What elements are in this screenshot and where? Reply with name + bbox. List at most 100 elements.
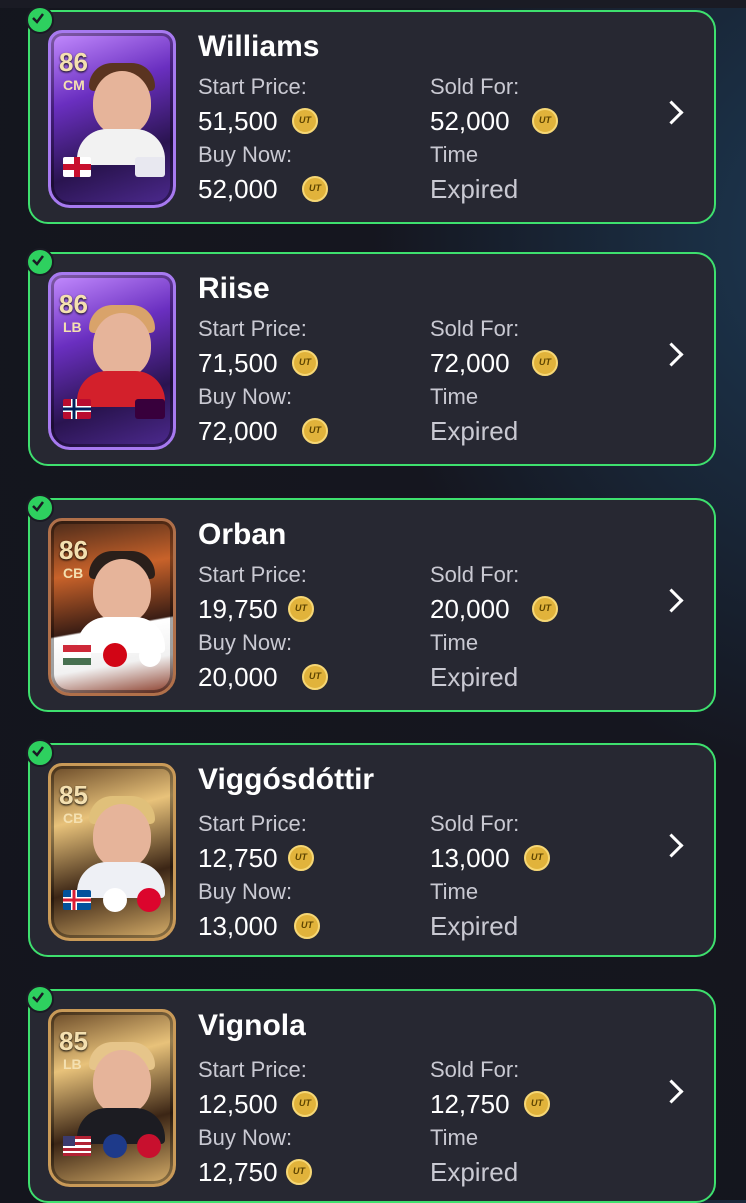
time-label: Time bbox=[430, 142, 479, 167]
league-badge-icon bbox=[103, 888, 127, 912]
ut-coin-icon bbox=[292, 350, 318, 376]
player-face bbox=[93, 313, 151, 377]
league-badge-icon bbox=[103, 1134, 127, 1158]
buy-now-value: 20,000 bbox=[198, 662, 278, 692]
time-label: Time bbox=[430, 1125, 479, 1150]
player-name: Vignola bbox=[198, 1009, 306, 1042]
chevron-right-icon[interactable] bbox=[659, 833, 684, 858]
player-card-image: 86 CB bbox=[48, 518, 176, 696]
ut-coin-icon bbox=[532, 350, 558, 376]
player-rating: 85 bbox=[59, 1026, 88, 1056]
sold-for-label: Sold For: bbox=[430, 811, 520, 836]
start-price-value: 12,500 bbox=[198, 1089, 278, 1119]
usa-flag-icon bbox=[63, 1136, 91, 1156]
player-card-image: 85 CB bbox=[48, 763, 176, 941]
start-price-label: Start Price: bbox=[198, 316, 307, 341]
transfer-item[interactable]: 85 LB Vignola Start Price: 12,500 Buy No… bbox=[26, 985, 716, 1203]
player-name: Riise bbox=[198, 272, 270, 305]
player-position: CB bbox=[63, 565, 84, 581]
ut-coin-icon bbox=[294, 913, 320, 939]
league-logo-icon bbox=[135, 157, 165, 177]
buy-now-label: Buy Now: bbox=[198, 1125, 293, 1150]
ut-coin-icon bbox=[532, 596, 558, 622]
start-price-value: 12,750 bbox=[198, 843, 278, 873]
buy-now-value: 13,000 bbox=[198, 911, 278, 941]
player-position: LB bbox=[63, 319, 82, 335]
player-position: CB bbox=[63, 810, 84, 826]
player-rating: 86 bbox=[59, 289, 88, 319]
buy-now-label: Buy Now: bbox=[198, 142, 293, 167]
sold-for-value: 13,000 bbox=[430, 843, 510, 873]
player-rating: 86 bbox=[59, 47, 88, 77]
sold-for-label: Sold For: bbox=[430, 562, 520, 587]
player-rating: 86 bbox=[59, 535, 88, 565]
start-price-label: Start Price: bbox=[198, 562, 307, 587]
sold-for-value: 12,750 bbox=[430, 1089, 510, 1119]
ut-coin-icon bbox=[302, 176, 328, 202]
sold-for-value: 72,000 bbox=[430, 348, 510, 378]
club-badge-icon bbox=[137, 1134, 161, 1158]
player-name: Orban bbox=[198, 518, 287, 551]
time-value: Expired bbox=[430, 911, 519, 941]
club-badge-icon bbox=[139, 645, 161, 667]
player-face bbox=[93, 71, 151, 135]
sold-for-value: 20,000 bbox=[430, 594, 510, 624]
transfer-item[interactable]: 86 CM Williams Start Price: 51,500 Buy N… bbox=[26, 6, 716, 224]
transfer-item[interactable]: 86 CB Orban Start Price: 19,750 Buy Now:… bbox=[26, 494, 716, 712]
league-logo-icon bbox=[135, 399, 165, 419]
player-card-image: 86 CM bbox=[48, 30, 176, 208]
buy-now-value: 72,000 bbox=[198, 416, 278, 446]
check-circle-icon bbox=[26, 6, 54, 34]
ut-coin-icon bbox=[286, 1159, 312, 1185]
player-face bbox=[93, 1050, 151, 1114]
time-label: Time bbox=[430, 879, 479, 904]
start-price-value: 71,500 bbox=[198, 348, 278, 378]
buy-now-value: 12,750 bbox=[198, 1157, 278, 1187]
club-badge-icon bbox=[137, 888, 161, 912]
player-card-image: 85 LB bbox=[48, 1009, 176, 1187]
ut-coin-icon bbox=[302, 664, 328, 690]
buy-now-label: Buy Now: bbox=[198, 879, 293, 904]
chevron-right-icon[interactable] bbox=[659, 342, 684, 367]
time-value: Expired bbox=[430, 662, 519, 692]
check-circle-icon bbox=[26, 739, 54, 767]
ut-coin-icon bbox=[292, 1091, 318, 1117]
sold-for-label: Sold For: bbox=[430, 316, 520, 341]
iceland-flag-icon bbox=[63, 890, 91, 910]
transfer-list: 86 CM Williams Start Price: 51,500 Buy N… bbox=[0, 0, 746, 1203]
buy-now-label: Buy Now: bbox=[198, 384, 293, 409]
ut-coin-icon bbox=[288, 845, 314, 871]
chevron-right-icon[interactable] bbox=[659, 1079, 684, 1104]
chevron-right-icon[interactable] bbox=[659, 588, 684, 613]
buy-now-value: 52,000 bbox=[198, 174, 278, 204]
time-label: Time bbox=[430, 384, 479, 409]
check-circle-icon bbox=[26, 494, 54, 522]
player-position: CM bbox=[63, 77, 85, 93]
buy-now-label: Buy Now: bbox=[198, 630, 293, 655]
start-price-label: Start Price: bbox=[198, 811, 307, 836]
sold-for-label: Sold For: bbox=[430, 74, 520, 99]
league-badge-icon bbox=[103, 643, 127, 667]
player-name: Williams bbox=[198, 30, 320, 63]
start-price-label: Start Price: bbox=[198, 74, 307, 99]
ut-coin-icon bbox=[302, 418, 328, 444]
transfer-item[interactable]: 85 CB Viggósdóttir Start Price: 12,750 B… bbox=[26, 739, 716, 957]
time-value: Expired bbox=[430, 1157, 519, 1187]
sold-for-label: Sold For: bbox=[430, 1057, 520, 1082]
start-price-value: 51,500 bbox=[198, 106, 278, 136]
transfer-item[interactable]: 86 LB Riise Start Price: 71,500 Buy Now:… bbox=[26, 248, 716, 466]
time-value: Expired bbox=[430, 174, 519, 204]
england-flag-icon bbox=[63, 157, 91, 177]
ut-coin-icon bbox=[524, 1091, 550, 1117]
chevron-right-icon[interactable] bbox=[659, 100, 684, 125]
time-label: Time bbox=[430, 630, 479, 655]
sold-for-value: 52,000 bbox=[430, 106, 510, 136]
player-name: Viggósdóttir bbox=[198, 763, 375, 796]
player-face bbox=[93, 559, 151, 623]
norway-flag-icon bbox=[63, 399, 91, 419]
ut-coin-icon bbox=[292, 108, 318, 134]
player-position: LB bbox=[63, 1056, 82, 1072]
time-value: Expired bbox=[430, 416, 519, 446]
player-face bbox=[93, 804, 151, 868]
player-rating: 85 bbox=[59, 780, 88, 810]
